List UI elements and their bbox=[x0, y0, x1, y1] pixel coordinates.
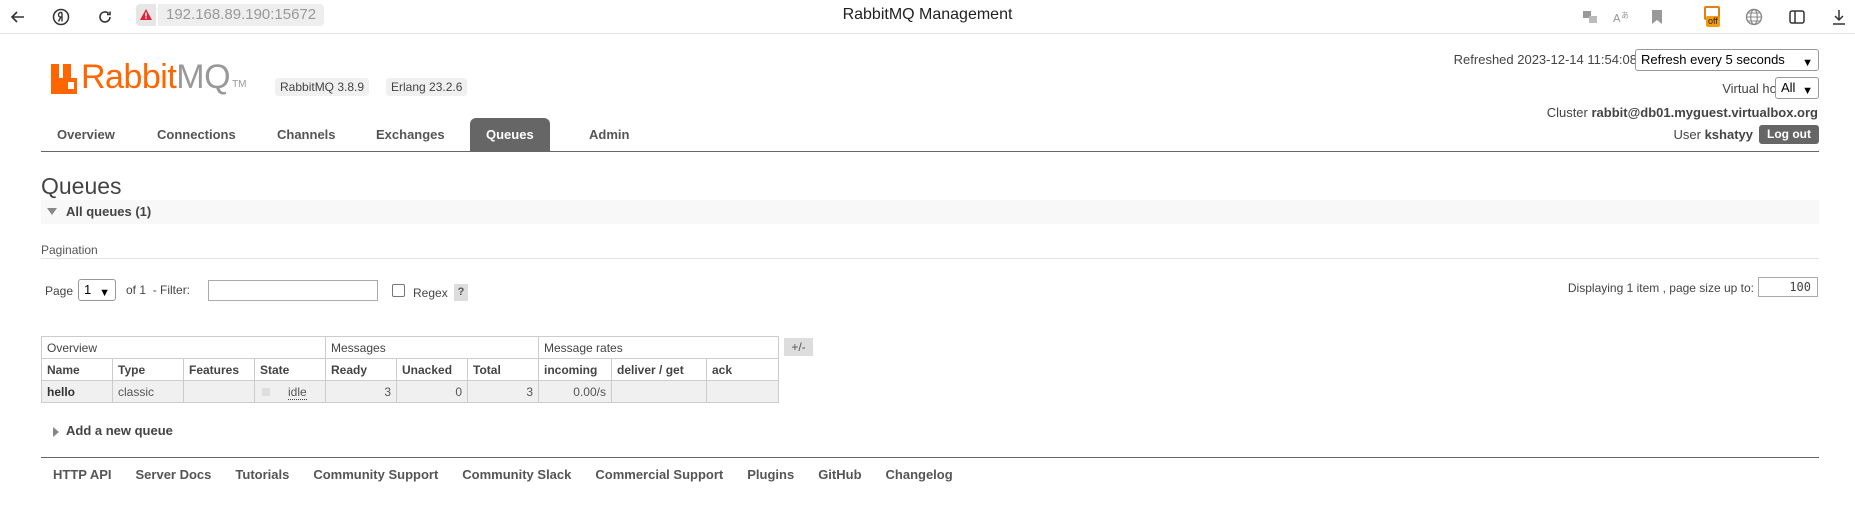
yandex-icon[interactable] bbox=[47, 3, 75, 31]
warning-icon[interactable] bbox=[136, 4, 156, 26]
displaying-label: Displaying 1 item , page size up to: bbox=[1567, 281, 1754, 295]
page-size-input[interactable]: 100 bbox=[1758, 277, 1818, 297]
column-header-ready[interactable]: Ready bbox=[325, 358, 397, 381]
svg-text:あ: あ bbox=[1621, 11, 1629, 20]
column-header-type[interactable]: Type bbox=[112, 358, 184, 381]
back-icon[interactable] bbox=[4, 3, 32, 31]
collapse-triangle-icon bbox=[47, 208, 57, 215]
footer-link-community-support[interactable]: Community Support bbox=[301, 467, 450, 482]
column-header-total[interactable]: Total bbox=[467, 358, 539, 381]
logo-trademark: TM bbox=[232, 79, 247, 90]
regex-checkbox[interactable] bbox=[392, 284, 405, 297]
footer-link-tutorials[interactable]: Tutorials bbox=[223, 467, 301, 482]
footer-link-github[interactable]: GitHub bbox=[806, 467, 873, 482]
column-header-unacked[interactable]: Unacked bbox=[396, 358, 468, 381]
queue-ready: 3 bbox=[325, 380, 397, 403]
download-icon[interactable] bbox=[1826, 4, 1852, 30]
footer-link-commercial-support[interactable]: Commercial Support bbox=[583, 467, 735, 482]
address-bar[interactable]: 192.168.89.190:15672 bbox=[158, 4, 325, 26]
tab-exchanges[interactable]: Exchanges bbox=[360, 118, 461, 151]
filter-label: of 1 - Filter: bbox=[126, 283, 191, 297]
sidebar-icon[interactable] bbox=[1784, 4, 1810, 30]
chevron-down-icon: ▼ bbox=[1802, 57, 1813, 69]
queue-ack bbox=[706, 380, 779, 403]
footer-link-http-api[interactable]: HTTP API bbox=[41, 467, 124, 482]
queue-features bbox=[183, 380, 255, 403]
pagination-label: Pagination bbox=[41, 243, 98, 257]
rabbitmq-logo-mark bbox=[51, 64, 79, 94]
rabbitmq-logo[interactable]: RabbitMQ TM bbox=[51, 58, 247, 94]
footer-link-plugins[interactable]: Plugins bbox=[735, 467, 806, 482]
column-header-state[interactable]: State bbox=[254, 358, 326, 381]
column-header-deliver-get[interactable]: deliver / get bbox=[611, 358, 707, 381]
table-row: hello classic idle 3 0 3 0.00/s bbox=[41, 380, 779, 403]
page-count: of 1 bbox=[126, 283, 147, 297]
reader-mode-icon[interactable]: Aあ bbox=[1608, 4, 1634, 30]
divider bbox=[41, 258, 1819, 259]
group-header-overview: Overview bbox=[41, 336, 326, 359]
all-queues-section-toggle[interactable]: All queues (1) bbox=[41, 200, 1819, 224]
bookmark-icon[interactable] bbox=[1644, 4, 1670, 30]
help-button[interactable]: ? bbox=[454, 284, 468, 301]
logo-text: RabbitMQ bbox=[81, 58, 231, 96]
svg-text:A: A bbox=[1613, 12, 1621, 25]
tab-channels[interactable]: Channels bbox=[261, 118, 352, 151]
rabbitmq-version-badge: RabbitMQ 3.8.9 bbox=[275, 78, 370, 96]
column-header-ack[interactable]: ack bbox=[706, 358, 779, 381]
queues-table: Overview Messages Message rates Name Typ… bbox=[41, 336, 779, 403]
tab-connections[interactable]: Connections bbox=[141, 118, 252, 151]
footer-links: HTTP API Server Docs Tutorials Community… bbox=[41, 467, 965, 482]
toggle-columns-button[interactable]: +/- bbox=[784, 338, 813, 356]
add-queue-label: Add a new queue bbox=[66, 423, 173, 438]
footer-divider bbox=[41, 457, 1819, 458]
regex-label: Regex bbox=[413, 286, 448, 300]
queue-incoming: 0.00/s bbox=[538, 380, 612, 403]
tab-admin[interactable]: Admin bbox=[573, 118, 645, 151]
filter-input[interactable] bbox=[208, 280, 378, 301]
footer-link-changelog[interactable]: Changelog bbox=[874, 467, 965, 482]
group-header-messages: Messages bbox=[325, 336, 539, 359]
queue-name-link[interactable]: hello bbox=[41, 380, 113, 403]
extension-off-icon[interactable]: off bbox=[1700, 4, 1726, 30]
group-header-message-rates: Message rates bbox=[538, 336, 779, 359]
browser-toolbar: 192.168.89.190:15672 RabbitMQ Management… bbox=[0, 0, 1855, 34]
footer-link-server-docs[interactable]: Server Docs bbox=[124, 467, 224, 482]
reload-icon[interactable] bbox=[91, 3, 119, 31]
queue-type: classic bbox=[112, 380, 184, 403]
column-header-features[interactable]: Features bbox=[183, 358, 255, 381]
column-header-name[interactable]: Name bbox=[41, 358, 113, 381]
queue-unacked: 0 bbox=[396, 380, 468, 403]
globe-icon[interactable] bbox=[1741, 4, 1767, 30]
expand-triangle-icon bbox=[53, 427, 59, 437]
tab-overview[interactable]: Overview bbox=[41, 118, 131, 151]
page-select[interactable]: 1 ▼ bbox=[78, 279, 116, 301]
chevron-down-icon: ▼ bbox=[99, 287, 110, 299]
page-label: Page bbox=[45, 284, 74, 298]
refresh-interval-select[interactable]: Refresh every 5 seconds ▼ bbox=[1635, 49, 1819, 71]
chevron-down-icon: ▼ bbox=[1802, 85, 1813, 97]
footer-link-community-slack[interactable]: Community Slack bbox=[450, 467, 583, 482]
queue-state: idle bbox=[254, 380, 326, 403]
virtual-host-select[interactable]: All ▼ bbox=[1775, 77, 1819, 99]
page-title: Queues bbox=[41, 173, 122, 199]
tab-queues[interactable]: Queues bbox=[470, 118, 550, 151]
refreshed-timestamp: Refreshed 2023-12-14 11:54:08 bbox=[1453, 52, 1637, 67]
queue-deliver-get bbox=[611, 380, 707, 403]
column-header-incoming[interactable]: incoming bbox=[538, 358, 612, 381]
tab-title: RabbitMQ Management bbox=[842, 6, 1013, 23]
state-text: idle bbox=[288, 384, 307, 400]
state-indicator-icon bbox=[262, 388, 270, 397]
translate-icon[interactable] bbox=[1577, 4, 1603, 30]
erlang-version-badge: Erlang 23.2.6 bbox=[386, 78, 468, 96]
main-nav: Overview Connections Channels Exchanges … bbox=[41, 118, 1819, 152]
queue-total: 3 bbox=[467, 380, 539, 403]
section-title: All queues (1) bbox=[66, 204, 152, 219]
